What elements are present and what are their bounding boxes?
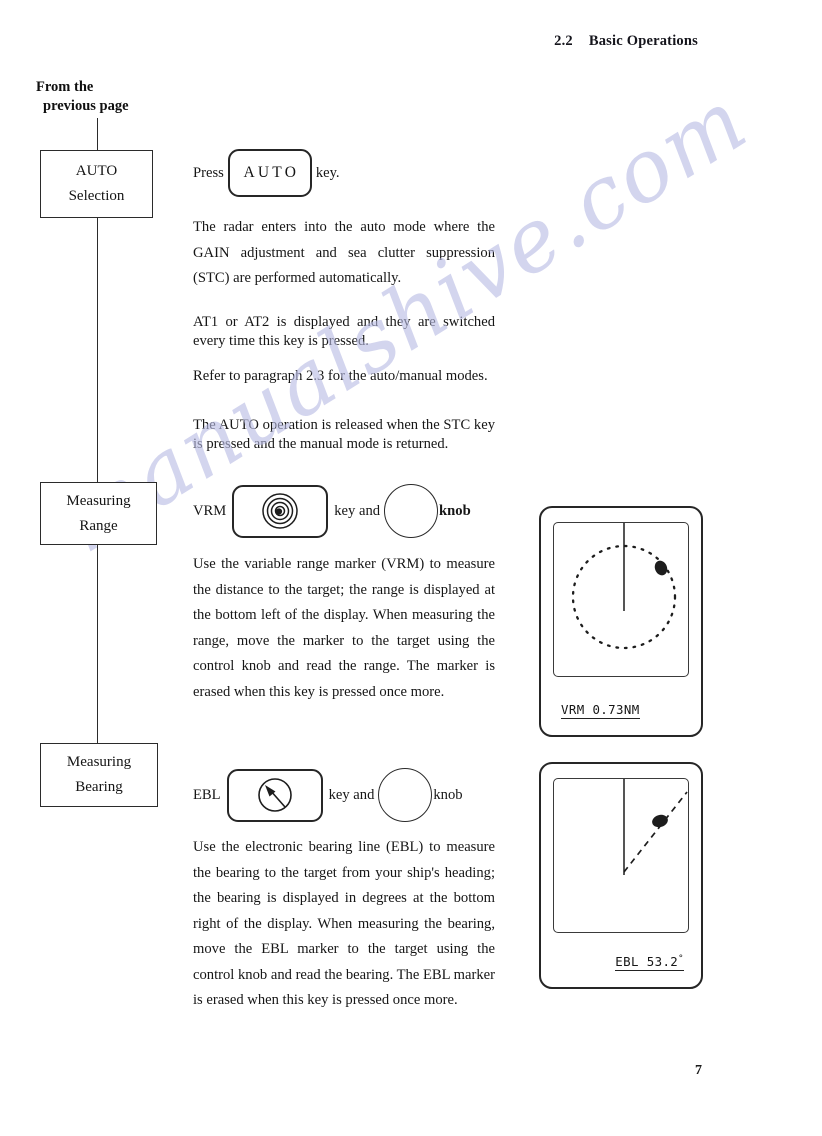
flow-box-range-line-2: Range [79, 517, 118, 534]
auto-paragraph-3: Refer to paragraph 2.3 for the auto/manu… [193, 368, 488, 384]
degree-symbol: ° [678, 953, 684, 964]
ebl-bearing-line [623, 791, 688, 873]
flow-connector-bottom [97, 544, 99, 744]
auto-paragraph-1: The radar enters into the auto mode wher… [193, 219, 495, 286]
page-number: 7 [695, 1063, 702, 1078]
ebl-readout-text: EBL 53.2 [615, 954, 679, 969]
ebl-middle-label: key and [328, 786, 375, 803]
vrm-knob-label: knob [439, 502, 471, 519]
flow-box-auto-line-1: AUTO [75, 163, 118, 179]
vrm-scope [553, 522, 689, 677]
flow-box-auto-selection: AUTO Selection [40, 150, 153, 218]
running-head: 2.2 Basic Operations [554, 33, 698, 50]
vrm-paragraph: Use the variable range marker (VRM) to m… [193, 556, 495, 700]
auto-key-row: Press AUTO key. [193, 149, 340, 197]
flow-connector-top [97, 118, 99, 151]
flowchart-caption: From the previous page [36, 78, 186, 116]
vrm-key-row: VRM key and knob [193, 484, 471, 538]
auto-key-cap[interactable]: AUTO [227, 149, 312, 197]
spiral-icon [262, 493, 298, 529]
section-number: 2.2 [554, 33, 573, 49]
press-label: Press [193, 164, 224, 181]
target-blip [652, 814, 668, 828]
flow-box-range-line-1: Measuring [66, 492, 131, 509]
vrm-display-illustration: VRM 0.73NM [539, 506, 703, 737]
flow-connector-middle [97, 217, 99, 483]
ebl-key-name: EBL [193, 786, 221, 803]
flow-box-auto-line-2: Selection [68, 188, 125, 204]
flow-box-bearing-line-1: Measuring [66, 754, 132, 770]
caption-line-2: previous page [43, 98, 129, 114]
vrm-key-cap[interactable] [232, 484, 329, 538]
key-suffix-label: key. [315, 164, 340, 181]
vrm-readout: VRM 0.73NM [561, 702, 640, 719]
caption-line-1: From the [36, 79, 94, 95]
ebl-readout: EBL 53.2° [615, 954, 684, 971]
target-blip [654, 560, 668, 576]
bearing-cursor-icon [257, 778, 292, 812]
auto-paragraph-4: The AUTO operation is released when the … [193, 417, 495, 452]
ebl-key-row: EBL key and knob [193, 768, 463, 822]
section-title: Basic Operations [588, 33, 698, 49]
flow-box-bearing-line-2: Bearing [75, 779, 123, 795]
auto-paragraph-2: AT1 or AT2 is displayed and they are swi… [193, 314, 495, 349]
spiral-center-dot [276, 508, 283, 515]
ebl-control-knob[interactable] [378, 768, 433, 822]
ebl-scope [553, 778, 689, 933]
vrm-key-name: VRM [193, 502, 227, 519]
ebl-paragraph: Use the electronic bearing line (EBL) to… [193, 839, 495, 1008]
ebl-knob-label: knob [433, 786, 463, 803]
flow-box-measuring-bearing: Measuring Bearing [40, 743, 158, 807]
vrm-control-knob[interactable] [384, 484, 439, 538]
ebl-key-cap[interactable] [226, 768, 323, 822]
vrm-middle-label: key and [334, 502, 381, 519]
document-page: manualshive.com 2.2 Basic Operations From… [0, 0, 822, 1136]
flow-box-measuring-range: Measuring Range [40, 482, 157, 545]
vrm-scope-graphic [571, 523, 677, 650]
auto-key-label: AUTO [243, 164, 300, 181]
ebl-scope-graphic [623, 779, 688, 875]
from-previous-page-caption: From the previous page [36, 78, 186, 116]
ebl-display-illustration: EBL 53.2° [539, 762, 703, 989]
